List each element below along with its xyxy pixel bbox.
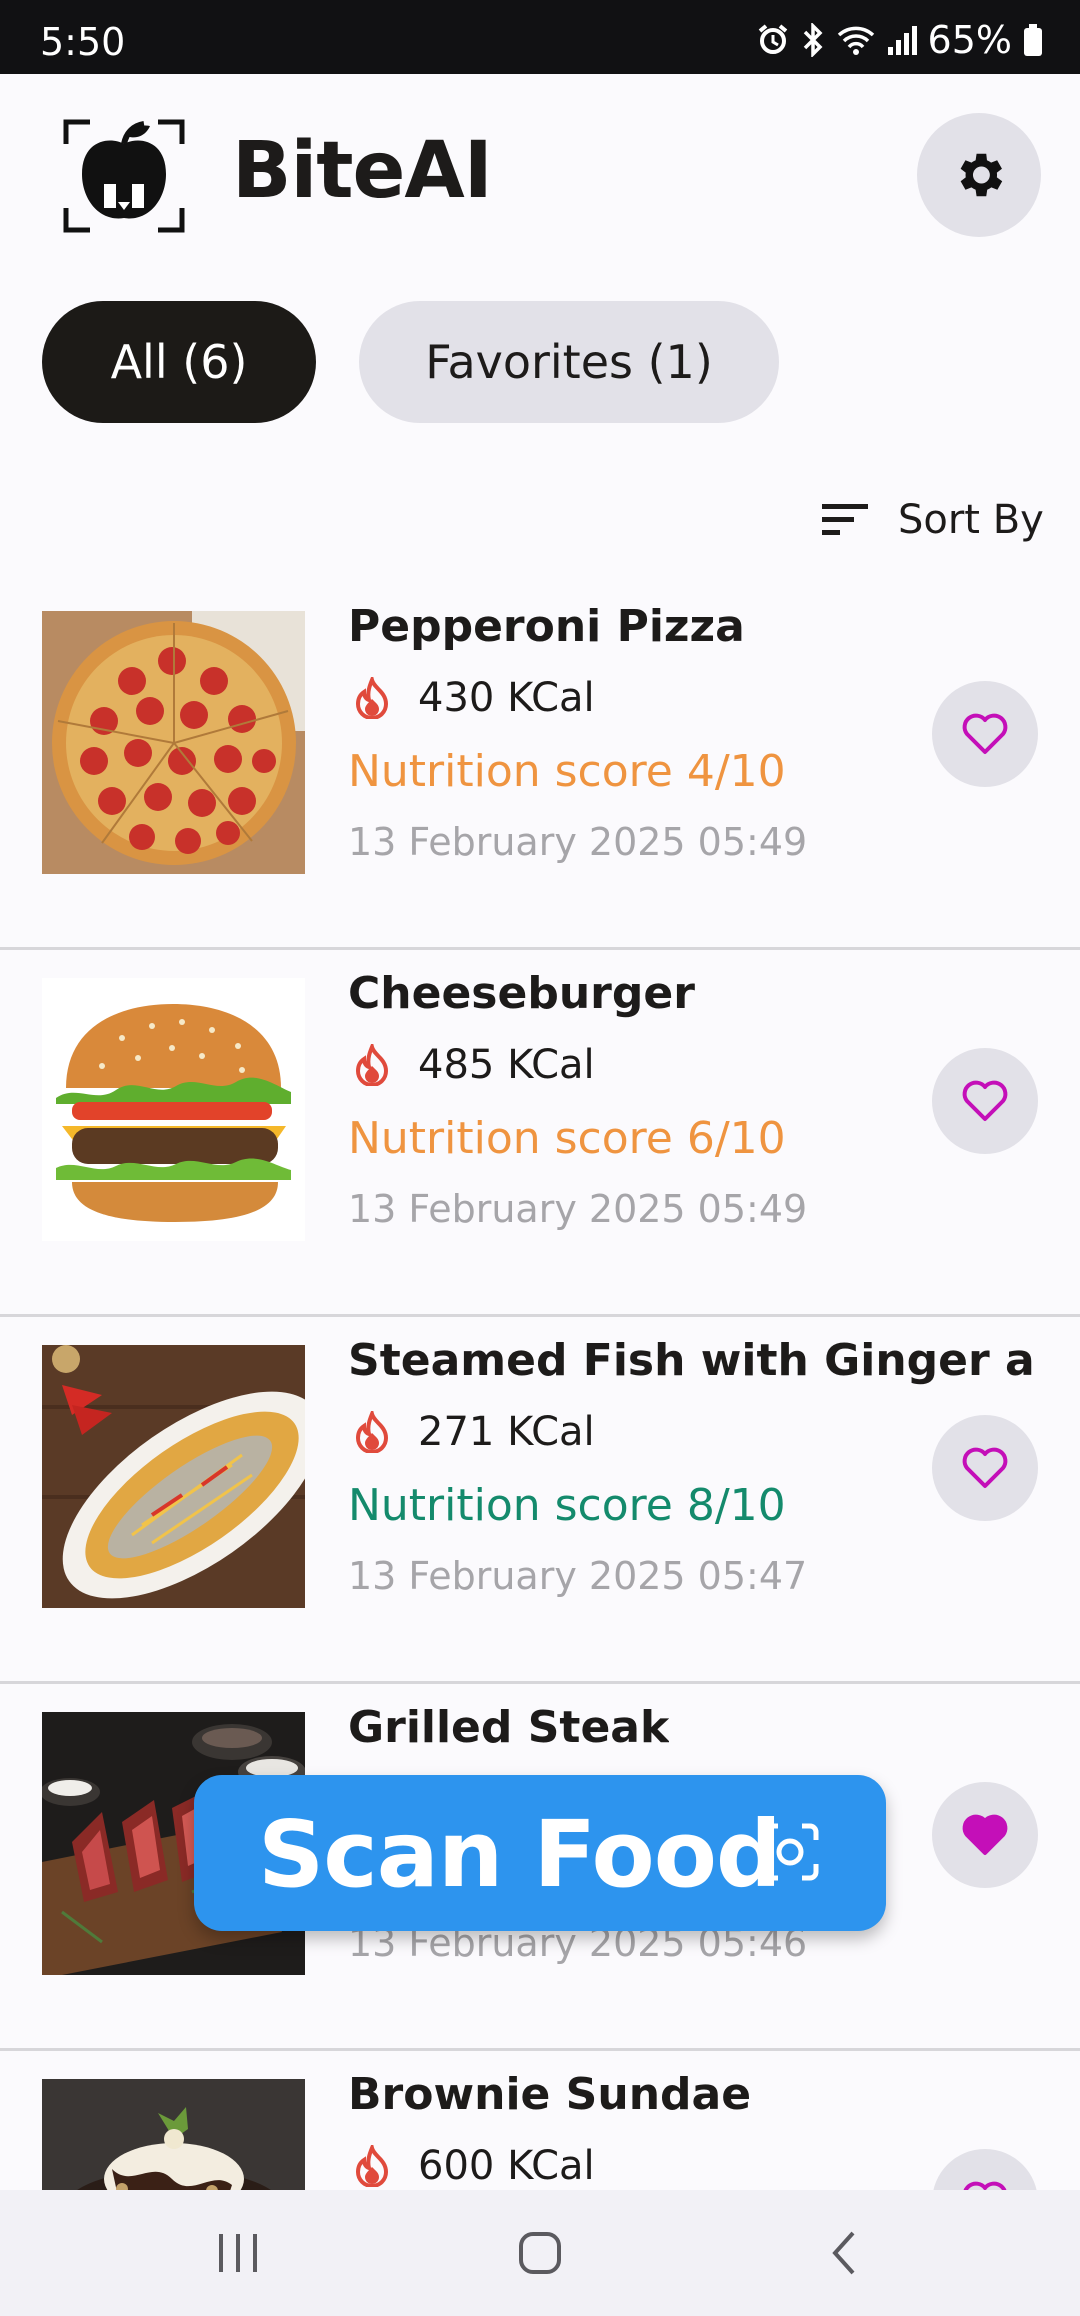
- app-header: BiteAI: [0, 74, 1080, 274]
- status-icons: 65%: [756, 18, 1044, 62]
- food-thumbnail: [42, 611, 305, 874]
- food-name: Brownie Sundae: [348, 2069, 752, 2120]
- app-title: BiteAI: [232, 126, 493, 216]
- home-icon: [519, 2232, 561, 2274]
- food-date: 13 February 2025 05:49: [348, 820, 808, 864]
- calories-value: 600 KCal: [418, 2143, 595, 2189]
- settings-button[interactable]: [917, 113, 1041, 237]
- calories-row: 430 KCal: [352, 675, 595, 721]
- sort-icon: [822, 504, 868, 535]
- favorite-button[interactable]: [932, 681, 1038, 787]
- alarm-icon: [758, 24, 787, 54]
- system-nav-bar: [0, 2190, 1080, 2316]
- calories-row: 271 KCal: [352, 1409, 595, 1455]
- flame-icon: [355, 677, 389, 719]
- favorite-button[interactable]: [932, 1415, 1038, 1521]
- calories-row: 600 KCal: [352, 2143, 595, 2189]
- calories-value: 430 KCal: [418, 675, 595, 721]
- status-time: 5:50: [40, 20, 126, 64]
- signal-icon: [887, 26, 917, 55]
- food-date: 13 February 2025 05:47: [348, 1554, 808, 1598]
- flame-icon: [355, 1044, 389, 1086]
- food-list: Pepperoni Pizza 430 KCal Nutrition score…: [0, 583, 1080, 2316]
- battery-percent: 65%: [927, 18, 1012, 62]
- scan-icon: [761, 1823, 819, 1881]
- nutrition-score: Nutrition score 6/10: [348, 1113, 786, 1164]
- food-thumbnail: [42, 1345, 305, 1608]
- heart-filled-icon: [962, 1814, 1008, 1855]
- scan-food-label: Scan Food: [258, 1801, 782, 1908]
- nutrition-score: Nutrition score 4/10: [348, 746, 786, 797]
- back-icon: [832, 2231, 855, 2275]
- favorite-button[interactable]: [932, 1782, 1038, 1888]
- wifi-icon: [837, 26, 874, 55]
- filter-all-chip[interactable]: All (6): [42, 301, 316, 423]
- food-list-item[interactable]: Steamed Fish with Ginger and... 271 KCal…: [0, 1317, 1080, 1684]
- gear-icon: [960, 153, 1003, 197]
- flame-icon: [355, 2145, 389, 2187]
- bluetooth-icon: [803, 23, 823, 57]
- heart-outline-icon: [962, 1080, 1008, 1121]
- food-thumbnail: [42, 978, 305, 1241]
- sort-button[interactable]: Sort By: [820, 490, 1044, 550]
- nutrition-score: Nutrition score 8/10: [348, 1480, 786, 1531]
- recent-apps-icon: [219, 2234, 257, 2272]
- calories-value: 485 KCal: [418, 1042, 595, 1088]
- status-bar: 5:50 65%: [0, 0, 1080, 74]
- calories-row: 485 KCal: [352, 1042, 595, 1088]
- food-list-item[interactable]: Pepperoni Pizza 430 KCal Nutrition score…: [0, 583, 1080, 950]
- food-name: Pepperoni Pizza: [348, 601, 745, 652]
- sort-label: Sort By: [898, 497, 1044, 543]
- food-name: Grilled Steak: [348, 1702, 670, 1753]
- back-button[interactable]: [804, 2218, 884, 2288]
- filter-favorites-chip[interactable]: Favorites (1): [359, 301, 779, 423]
- flame-icon: [355, 1411, 389, 1453]
- home-button[interactable]: [500, 2218, 580, 2288]
- food-name: Steamed Fish with Ginger and...: [348, 1335, 1038, 1386]
- food-list-item[interactable]: Cheeseburger 485 KCal Nutrition score 6/…: [0, 950, 1080, 1317]
- calories-value: 271 KCal: [418, 1409, 595, 1455]
- heart-outline-icon: [962, 713, 1008, 754]
- apple-scan-logo: [63, 119, 185, 233]
- heart-outline-icon: [962, 1447, 1008, 1488]
- favorite-button[interactable]: [932, 1048, 1038, 1154]
- recent-apps-button[interactable]: [198, 2218, 278, 2288]
- food-date: 13 February 2025 05:49: [348, 1187, 808, 1231]
- scan-food-button[interactable]: Scan Food: [194, 1775, 886, 1931]
- battery-icon: [1024, 24, 1042, 56]
- food-name: Cheeseburger: [348, 968, 695, 1019]
